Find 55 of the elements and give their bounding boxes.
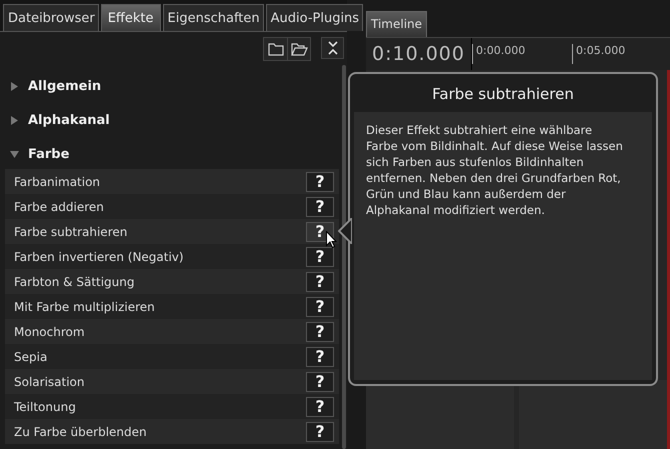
help-button[interactable]: ? — [306, 422, 334, 442]
effect-item[interactable]: Teiltonung ? — [5, 394, 339, 419]
effect-item[interactable]: Farbe addieren ? — [5, 194, 339, 219]
category-item[interactable]: Alphakanal — [0, 103, 339, 137]
help-button[interactable]: ? — [306, 272, 334, 292]
mouse-pointer-icon — [326, 231, 337, 248]
category-label: Farbe — [28, 146, 70, 162]
effect-label: Solarisation — [14, 374, 85, 388]
panel-tab[interactable]: Audio-Plugins — [266, 4, 364, 31]
help-button[interactable]: ? — [306, 396, 334, 416]
effect-item[interactable]: Monochrom ? — [5, 319, 339, 344]
effect-item[interactable]: Farben invertieren (Negativ) ? — [5, 244, 339, 269]
help-button[interactable]: ? — [306, 296, 334, 316]
effect-label: Farbton & Sättigung — [14, 274, 135, 288]
help-button[interactable]: ? — [306, 346, 334, 366]
effect-label: Zu Farbe überblenden — [14, 424, 147, 438]
help-button[interactable]: ? — [306, 246, 334, 266]
effect-label: Farben invertieren (Negativ) — [14, 250, 184, 264]
effect-item[interactable]: Farbanimation ? — [5, 169, 339, 194]
effect-item[interactable]: Farbe subtrahieren ? — [5, 219, 339, 244]
category-label: Allgemein — [28, 78, 102, 94]
open-folder-icon — [290, 42, 308, 56]
panel-tab[interactable]: Effekte — [100, 4, 160, 31]
effect-item[interactable]: Zu Farbe überblenden ? — [5, 419, 339, 444]
tooltip-title: Farbe subtrahieren — [431, 84, 575, 105]
help-button[interactable]: ? — [306, 172, 334, 192]
timeline-tab[interactable]: Timeline — [366, 11, 428, 37]
help-button[interactable]: ? — [306, 196, 334, 216]
effect-label: Farbe subtrahieren — [14, 224, 128, 238]
collapse-icon — [326, 40, 338, 56]
folder-icon — [268, 42, 284, 56]
tooltip-text: Dieser Effekt subtrahiert eine wählbare Farbe vom Bildinhalt. Auf diese Weise lassen sich Farben aus stufenlos Bildinhalten entfernen. Neben den drei Grundfarben Rot, Grün und Blau kann außerdem der Alphakanal modifiziert werden. — [354, 112, 652, 380]
help-button[interactable]: ? — [306, 372, 334, 392]
effect-label: Monochrom — [14, 324, 85, 338]
ruler-label: 0:05.000 — [572, 44, 626, 64]
collapse-all-button[interactable] — [321, 37, 344, 59]
effect-item[interactable]: Sepia ? — [5, 344, 339, 369]
new-folder-button[interactable] — [264, 38, 287, 60]
ruler-label: 0:00.000 — [472, 44, 526, 64]
open-folder-button[interactable] — [287, 38, 310, 60]
effect-item[interactable]: Farbton & Sättigung ? — [5, 269, 339, 294]
effect-label: Teiltonung — [14, 400, 76, 414]
category-item[interactable]: Allgemein — [0, 69, 339, 103]
effect-label: Farbanimation — [14, 174, 100, 188]
scrollbar[interactable] — [342, 65, 346, 449]
category-label: Alphakanal — [28, 112, 110, 128]
effect-item[interactable]: Mit Farbe multiplizieren ? — [5, 294, 339, 319]
effect-label: Farbe addieren — [14, 200, 104, 214]
panel-tab[interactable]: Eigenschaften — [162, 4, 264, 31]
category-item[interactable]: Farbe — [0, 137, 339, 171]
effect-label: Sepia — [14, 350, 48, 364]
help-button[interactable]: ? — [306, 322, 334, 342]
effect-item[interactable]: Solarisation ? — [5, 369, 339, 394]
panel-tab[interactable]: Dateibrowser — [3, 4, 99, 31]
effect-label: Mit Farbe multiplizieren — [14, 300, 155, 314]
